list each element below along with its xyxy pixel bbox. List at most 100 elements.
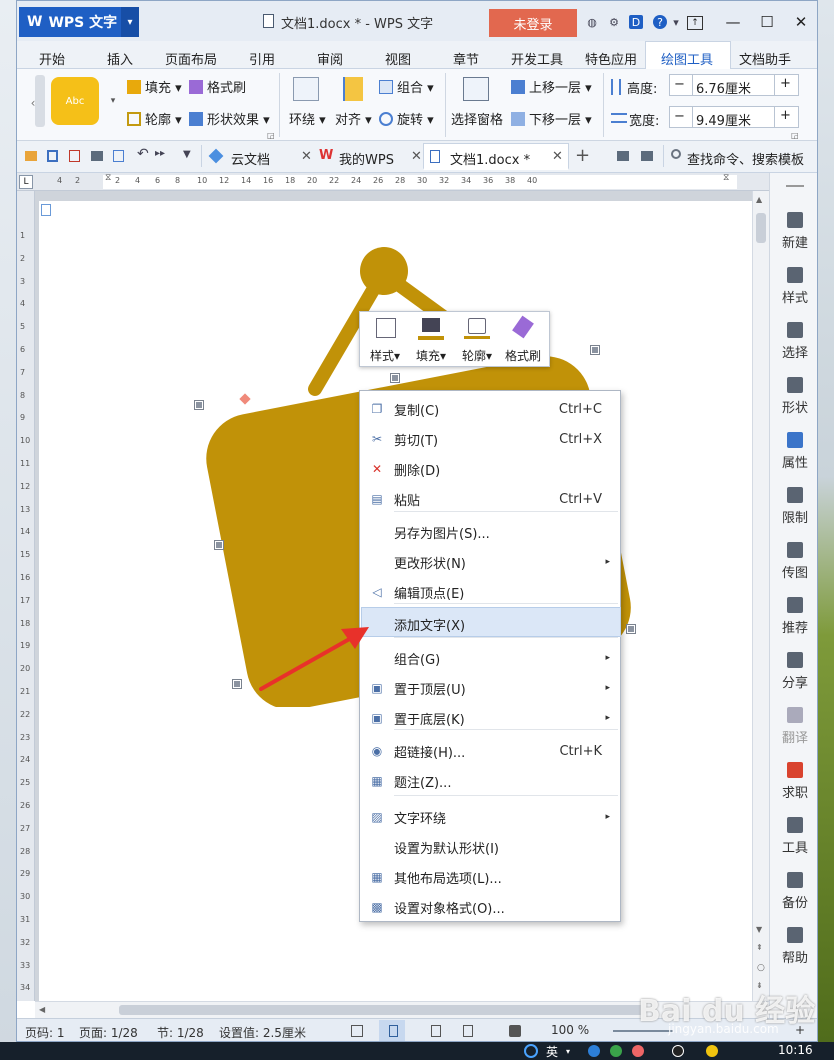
close-icon[interactable]: ✕ (301, 149, 312, 164)
redo-icon[interactable]: ▸▸ (155, 148, 165, 159)
menu-item-add-text[interactable]: 添加文字(X) (360, 609, 620, 639)
tab-stop-selector[interactable]: L (19, 175, 33, 189)
vertical-ruler[interactable]: 1 2 3 4 5 6 7 8 9 10 11 12 13 14 15 16 17 18 19 20 21 22 23 24 2… (17, 191, 35, 1001)
mini-outline-button[interactable]: 轮廓▾ (454, 312, 500, 368)
sidepanel-recommend-button[interactable]: 推荐 (770, 590, 817, 642)
menu-item-more-layout-options[interactable]: ▦ 其他布局选项(L)... (360, 862, 620, 892)
width-value[interactable]: 9.49厘米 (696, 110, 751, 129)
tray-icon[interactable] (706, 1045, 718, 1057)
tab-share-icon[interactable] (641, 151, 653, 161)
menu-features[interactable]: 特色应用 (585, 49, 637, 68)
close-icon[interactable]: ✕ (411, 149, 422, 164)
hscroll-thumb[interactable] (119, 1005, 647, 1015)
sidepanel-shape-button[interactable]: 形状 (770, 370, 817, 422)
menu-item-group[interactable]: 组合(G) ▸ (360, 643, 620, 673)
mini-style-button[interactable]: 样式▾ (362, 312, 408, 368)
menu-item-copy[interactable]: ❐ 复制(C) Ctrl+C (360, 394, 620, 424)
ime-icon[interactable] (524, 1044, 538, 1058)
style-gallery-prev[interactable] (35, 75, 45, 127)
menu-item-save-as-picture[interactable]: 另存为图片(S)... (360, 517, 620, 547)
menu-item-change-shape[interactable]: 更改形状(N) ▸ (360, 547, 620, 577)
menu-view[interactable]: 视图 (385, 49, 411, 68)
scroll-left-icon[interactable]: ◀ (39, 1005, 45, 1014)
minimize-button[interactable]: — (721, 11, 745, 33)
menu-drawing-tools[interactable]: 绘图工具 (661, 49, 713, 68)
resize-handle[interactable] (390, 373, 400, 383)
eye-protect-icon[interactable] (509, 1025, 521, 1037)
sidepanel-translate-button[interactable]: 翻译 (770, 700, 817, 752)
undo-icon[interactable]: ↶ (137, 146, 149, 162)
tray-icon[interactable] (672, 1045, 684, 1057)
scroll-down-icon[interactable]: ▼ (756, 925, 762, 934)
export-pdf-icon[interactable] (69, 150, 80, 162)
align-button[interactable]: 对齐 ▾ (335, 109, 372, 128)
indent-marker[interactable]: ⧖ (105, 173, 111, 183)
menu-item-cut[interactable]: ✂ 剪切(T) Ctrl+X (360, 424, 620, 454)
outline-view-icon[interactable] (431, 1025, 441, 1037)
login-button[interactable]: 未登录 (489, 9, 577, 37)
menu-references[interactable]: 引用 (249, 49, 275, 68)
horizontal-ruler[interactable]: 4 2 2 4 6 8 10 12 14 16 18 20 22 24 26 28 30 32 34 36 38 40 ⧖… (17, 173, 769, 191)
menu-section[interactable]: 章节 (453, 49, 479, 68)
open-icon[interactable] (25, 151, 37, 161)
print-preview-icon[interactable] (113, 150, 124, 162)
shape-effect-button[interactable]: 形状效果 ▾ (189, 109, 270, 128)
print-icon[interactable] (91, 151, 103, 161)
scroll-up-icon[interactable]: ▲ (756, 195, 762, 204)
select-browse-icon[interactable]: ○ (757, 963, 765, 973)
tab-document[interactable]: 文档1.docx * ✕ (423, 143, 569, 170)
plus-icon[interactable]: + (780, 76, 791, 91)
menu-developer[interactable]: 开发工具 (511, 49, 563, 68)
width-spinner[interactable]: − 9.49厘米 + (669, 106, 799, 129)
sidepanel-help-button[interactable]: 帮助 (770, 920, 817, 972)
menu-item-bring-to-front[interactable]: ▣ 置于顶层(U) ▸ (360, 673, 620, 703)
sidepanel-restrict-button[interactable]: 限制 (770, 480, 817, 532)
sidepanel-backup-button[interactable]: 备份 (770, 865, 817, 917)
menu-item-set-default-shape[interactable]: 设置为默认形状(I) (360, 832, 620, 862)
full-screen-icon[interactable] (351, 1025, 363, 1037)
mini-fill-button[interactable]: 填充▾ (408, 312, 454, 368)
resize-handle[interactable] (626, 624, 636, 634)
sidepanel-share-button[interactable]: 分享 (770, 645, 817, 697)
tray-icon[interactable] (610, 1045, 622, 1057)
menu-item-caption[interactable]: ▦ 题注(Z)... (360, 766, 620, 796)
menu-insert[interactable]: 插入 (107, 49, 133, 68)
group-button[interactable]: 组合 ▾ (379, 77, 434, 96)
height-value[interactable]: 6.76厘米 (696, 78, 751, 97)
menu-item-hyperlink[interactable]: ◉ 超链接(H)... Ctrl+K (360, 736, 620, 766)
chevron-down-icon[interactable]: ▼ (183, 149, 191, 160)
menu-item-paste[interactable]: ▤ 粘贴 Ctrl+V (360, 484, 620, 514)
ime-language[interactable]: 英 (546, 1043, 558, 1060)
close-icon[interactable]: ✕ (552, 149, 563, 164)
sidepanel-upload-image-button[interactable]: 传图 (770, 535, 817, 587)
zoom-slider[interactable] (613, 1030, 673, 1032)
status-pages[interactable]: 页面: 1/28 (79, 1024, 138, 1041)
tab-list-icon[interactable] (617, 151, 629, 161)
new-tab-icon[interactable]: + (575, 145, 590, 166)
vertical-scrollbar[interactable]: ▲ ▼ ⇞ ○ ⇟ (752, 191, 769, 1001)
menu-item-format-object[interactable]: ▩ 设置对象格式(O)... (360, 892, 620, 922)
send-backward-button[interactable]: 下移一层 ▾ (511, 109, 592, 128)
menu-doc-assistant[interactable]: 文档助手 (739, 49, 791, 68)
feedback-icon[interactable]: D (629, 15, 643, 29)
sidepanel-style-button[interactable]: 样式 (770, 260, 817, 312)
menu-item-send-to-back[interactable]: ▣ 置于底层(K) ▸ (360, 703, 620, 733)
page-navigator-icon[interactable] (41, 204, 51, 216)
menu-review[interactable]: 审阅 (317, 49, 343, 68)
resize-handle[interactable] (232, 679, 242, 689)
resize-handle[interactable] (590, 345, 600, 355)
tab-cloud-docs[interactable]: 云文档 ✕ (207, 145, 313, 169)
style-gallery-more-icon[interactable]: ▾ (107, 75, 119, 127)
web-view-icon[interactable] (463, 1025, 473, 1037)
menu-page-layout[interactable]: 页面布局 (165, 49, 217, 68)
prev-page-icon[interactable]: ⇞ (756, 943, 763, 952)
minus-icon[interactable]: − (674, 109, 685, 124)
sidepanel-tools-button[interactable]: 工具 (770, 810, 817, 862)
menu-item-delete[interactable]: ✕ 删除(D) (360, 454, 620, 484)
minus-icon[interactable]: − (674, 77, 685, 92)
menu-item-edit-points[interactable]: ◁ 编辑顶点(E) (360, 577, 620, 607)
selection-pane-button[interactable]: 选择窗格 (451, 109, 503, 128)
help-icon[interactable]: ? (653, 15, 667, 29)
resize-handle[interactable] (194, 400, 204, 410)
menu-start[interactable]: 开始 (39, 49, 65, 68)
